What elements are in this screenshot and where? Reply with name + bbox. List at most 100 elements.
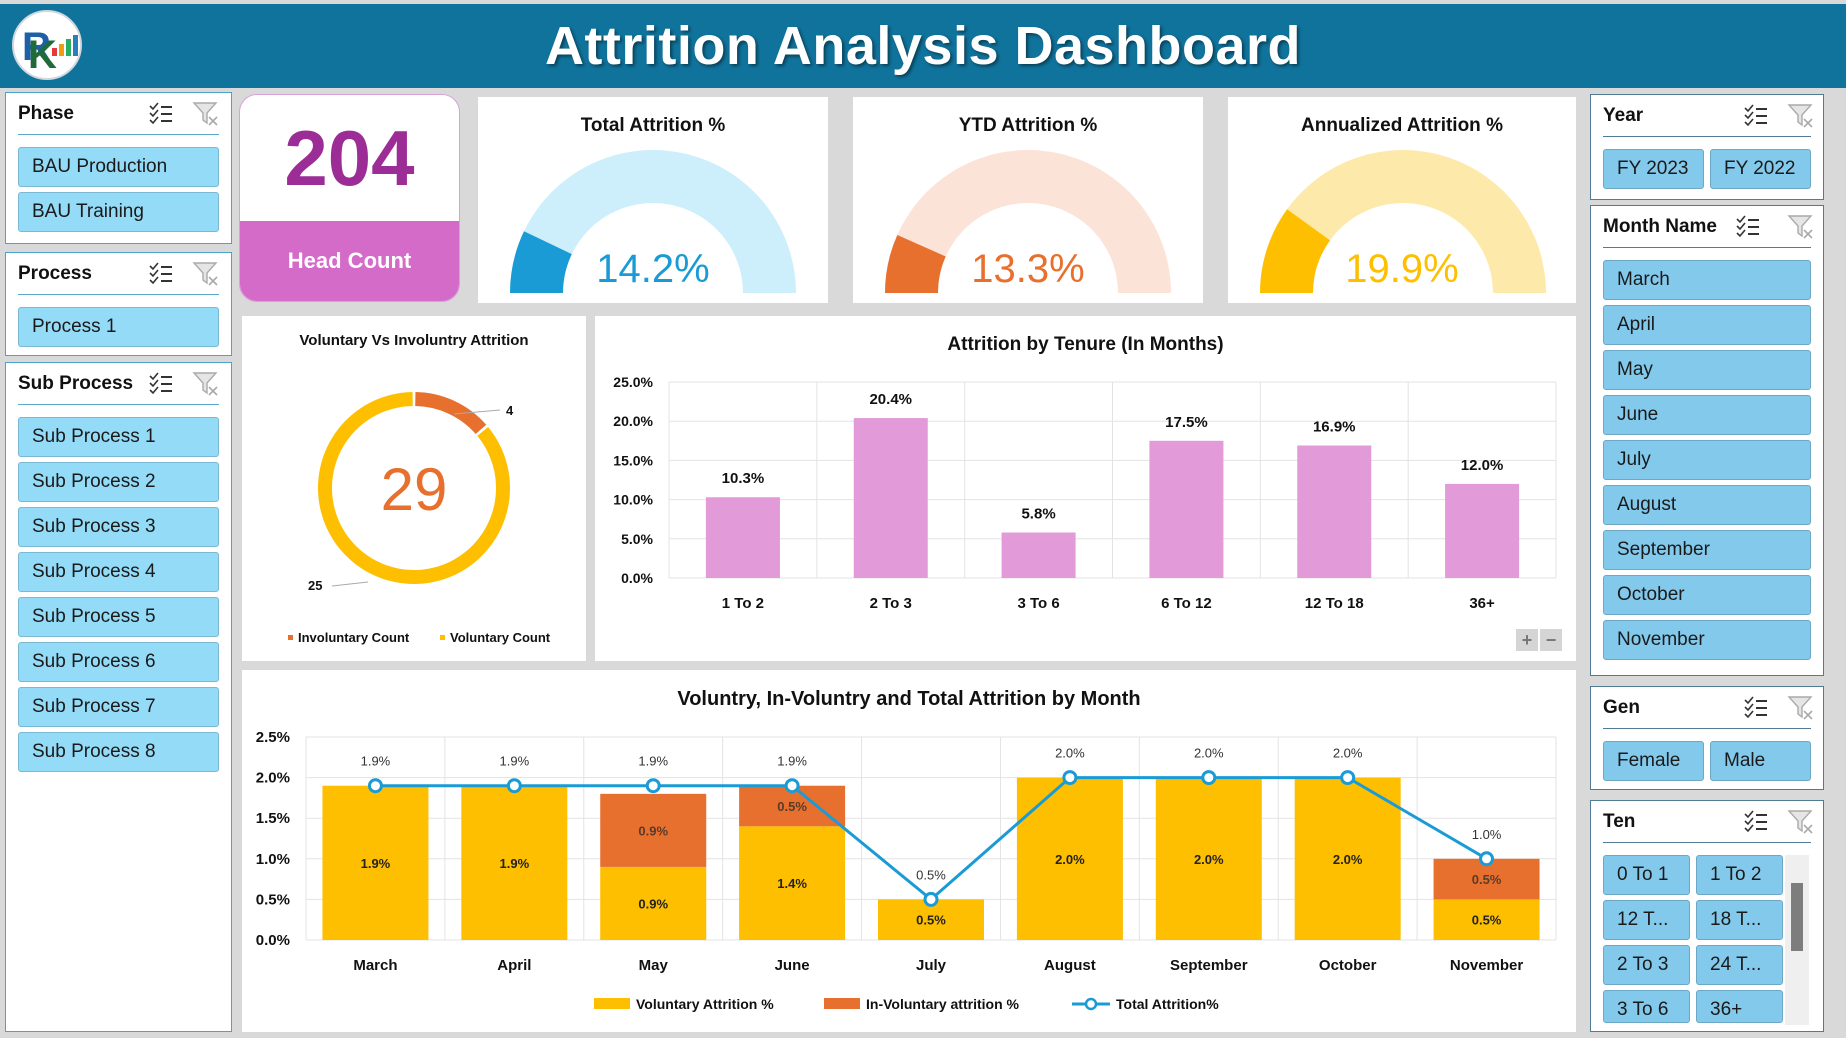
voluntary-data-label: 0.9%: [638, 896, 668, 911]
slicer-item[interactable]: FY 2022: [1710, 149, 1811, 189]
scrollbar-track[interactable]: [1785, 855, 1809, 1025]
slicer-item[interactable]: 3 To 6: [1603, 990, 1690, 1023]
total-attrition-point: [923, 891, 939, 907]
slicer-item[interactable]: 1 To 2: [1696, 855, 1783, 895]
total-attrition-gauge: Total Attrition % 14.2%: [478, 97, 828, 303]
slicer-item[interactable]: Sub Process 1: [18, 417, 219, 457]
process-slicer: Process Process 1: [5, 252, 232, 356]
x-tick-label: September: [1170, 957, 1248, 974]
slicer-title: Ten: [1603, 811, 1636, 832]
multi-select-icon[interactable]: [148, 102, 174, 126]
head-count-value: 204: [284, 114, 415, 202]
slicer-item[interactable]: 36+: [1696, 990, 1783, 1023]
phase-slicer: Phase BAU Production BAU Training: [5, 92, 232, 244]
slicer-header: Sub Process: [18, 363, 219, 405]
slicer-item[interactable]: 18 T...: [1696, 900, 1783, 940]
slicer-item[interactable]: BAU Production: [18, 147, 219, 187]
slicer-title: Year: [1603, 105, 1644, 126]
slicer-item[interactable]: Female: [1603, 741, 1704, 781]
y-tick-label: 2.5%: [256, 729, 290, 746]
clear-filter-icon[interactable]: [192, 370, 220, 398]
sub-process-slicer: Sub Process Sub Process 1 Sub Process 2 Sub…: [5, 362, 232, 1032]
slicer-item[interactable]: October: [1603, 575, 1811, 615]
legend-label: In-Voluntary attrition %: [866, 996, 1020, 1012]
slicer-item[interactable]: March: [1603, 260, 1811, 300]
total-data-label: 1.9%: [361, 754, 391, 769]
slicer-item[interactable]: Sub Process 7: [18, 687, 219, 727]
slicer-item[interactable]: 2 To 3: [1603, 945, 1690, 985]
slicer-item[interactable]: Sub Process 6: [18, 642, 219, 682]
clear-filter-icon[interactable]: [1787, 694, 1815, 722]
slicer-item[interactable]: May: [1603, 350, 1811, 390]
clear-filter-icon[interactable]: [192, 260, 220, 288]
slicer-item[interactable]: Male: [1710, 741, 1811, 781]
clear-filter-icon[interactable]: [1787, 213, 1815, 241]
total-data-label: 0.5%: [916, 867, 946, 882]
tenure-bar: [853, 418, 928, 578]
multi-select-icon[interactable]: [1735, 215, 1761, 239]
y-tick-label: 2.0%: [256, 770, 290, 787]
clear-filter-icon[interactable]: [1787, 808, 1815, 836]
slicer-item[interactable]: September: [1603, 530, 1811, 570]
total-attrition-point: [1479, 851, 1495, 867]
multi-select-icon[interactable]: [1743, 696, 1769, 720]
y-tick-label: 15.0%: [613, 452, 653, 468]
slicer-item[interactable]: Process 1: [18, 307, 219, 347]
slicer-title: Process: [18, 263, 92, 284]
slicer-item[interactable]: 0 To 1: [1603, 855, 1690, 895]
multi-select-icon[interactable]: [148, 262, 174, 286]
zoom-out-button[interactable]: −: [1540, 629, 1562, 651]
y-tick-label: 1.0%: [256, 851, 290, 868]
multi-select-icon[interactable]: [148, 372, 174, 396]
slicer-title: Phase: [18, 103, 74, 124]
slicer-item[interactable]: November: [1603, 620, 1811, 660]
donut-svg: 4 25 29 Involuntary Count Voluntary Count: [288, 392, 551, 645]
gauge-value: 14.2%: [596, 247, 710, 291]
annualized-attrition-gauge: Annualized Attrition % 19.9%: [1228, 97, 1576, 303]
slicer-item[interactable]: June: [1603, 395, 1811, 435]
legend-label: Voluntary Count: [450, 630, 551, 645]
multi-select-icon[interactable]: [1743, 810, 1769, 834]
slicer-item[interactable]: 24 T...: [1696, 945, 1783, 985]
slicer-item[interactable]: Sub Process 5: [18, 597, 219, 637]
donut-center-total: 29: [381, 456, 448, 523]
x-tick-label: 1 To 2: [722, 595, 764, 612]
bar-data-label: 10.3%: [722, 470, 765, 487]
total-data-label: 1.9%: [777, 754, 807, 769]
involuntary-data-label: 0.5%: [777, 799, 807, 814]
slicer-item[interactable]: Sub Process 4: [18, 552, 219, 592]
ten-slicer: Ten 0 To 11 To 2 12 T... 18 T... 2 To 3 24 T.…: [1590, 800, 1824, 1032]
clear-filter-icon[interactable]: [192, 100, 220, 128]
slicer-item[interactable]: BAU Training: [18, 192, 219, 232]
year-slicer: Year FY 2023 FY 2022: [1590, 94, 1824, 200]
slicer-item[interactable]: August: [1603, 485, 1811, 525]
multi-select-icon[interactable]: [1743, 104, 1769, 128]
head-count-card: 204 Head Count: [239, 94, 460, 302]
slicer-item[interactable]: 12 T...: [1603, 900, 1690, 940]
y-tick-label: 25.0%: [613, 374, 653, 390]
gauge-value: 19.9%: [1345, 247, 1459, 291]
month-chart-svg: 0.0% 0.5% 1.0% 1.5% 2.0% 2.5% 1.9% March 1.9% Apr…: [256, 729, 1557, 1012]
zoom-in-button[interactable]: +: [1516, 629, 1538, 651]
slicer-item[interactable]: April: [1603, 305, 1811, 345]
slicer-item[interactable]: July: [1603, 440, 1811, 480]
voluntary-data-label: 2.0%: [1333, 852, 1363, 867]
legend-label: Total Attrition%: [1116, 996, 1219, 1012]
gauge-value: 13.3%: [971, 247, 1085, 291]
voluntary-data-label: 0.5%: [916, 913, 946, 928]
bar-data-label: 20.4%: [869, 391, 912, 408]
slicer-item[interactable]: Sub Process 8: [18, 732, 219, 772]
y-tick-label: 5.0%: [621, 531, 653, 547]
x-tick-label: June: [775, 957, 810, 974]
slicer-item[interactable]: FY 2023: [1603, 149, 1704, 189]
month-name-slicer: Month Name March April May June July August Sep…: [1590, 205, 1824, 676]
clear-filter-icon[interactable]: [1787, 102, 1815, 130]
slicer-item[interactable]: Sub Process 3: [18, 507, 219, 547]
x-tick-label: August: [1044, 957, 1096, 974]
involuntary-data-label: 0.9%: [638, 823, 668, 838]
slicer-item[interactable]: Sub Process 2: [18, 462, 219, 502]
x-tick-label: 12 To 18: [1305, 595, 1364, 612]
scrollbar-thumb[interactable]: [1791, 883, 1803, 951]
total-attrition-point: [367, 778, 383, 794]
total-attrition-point: [1201, 770, 1217, 786]
